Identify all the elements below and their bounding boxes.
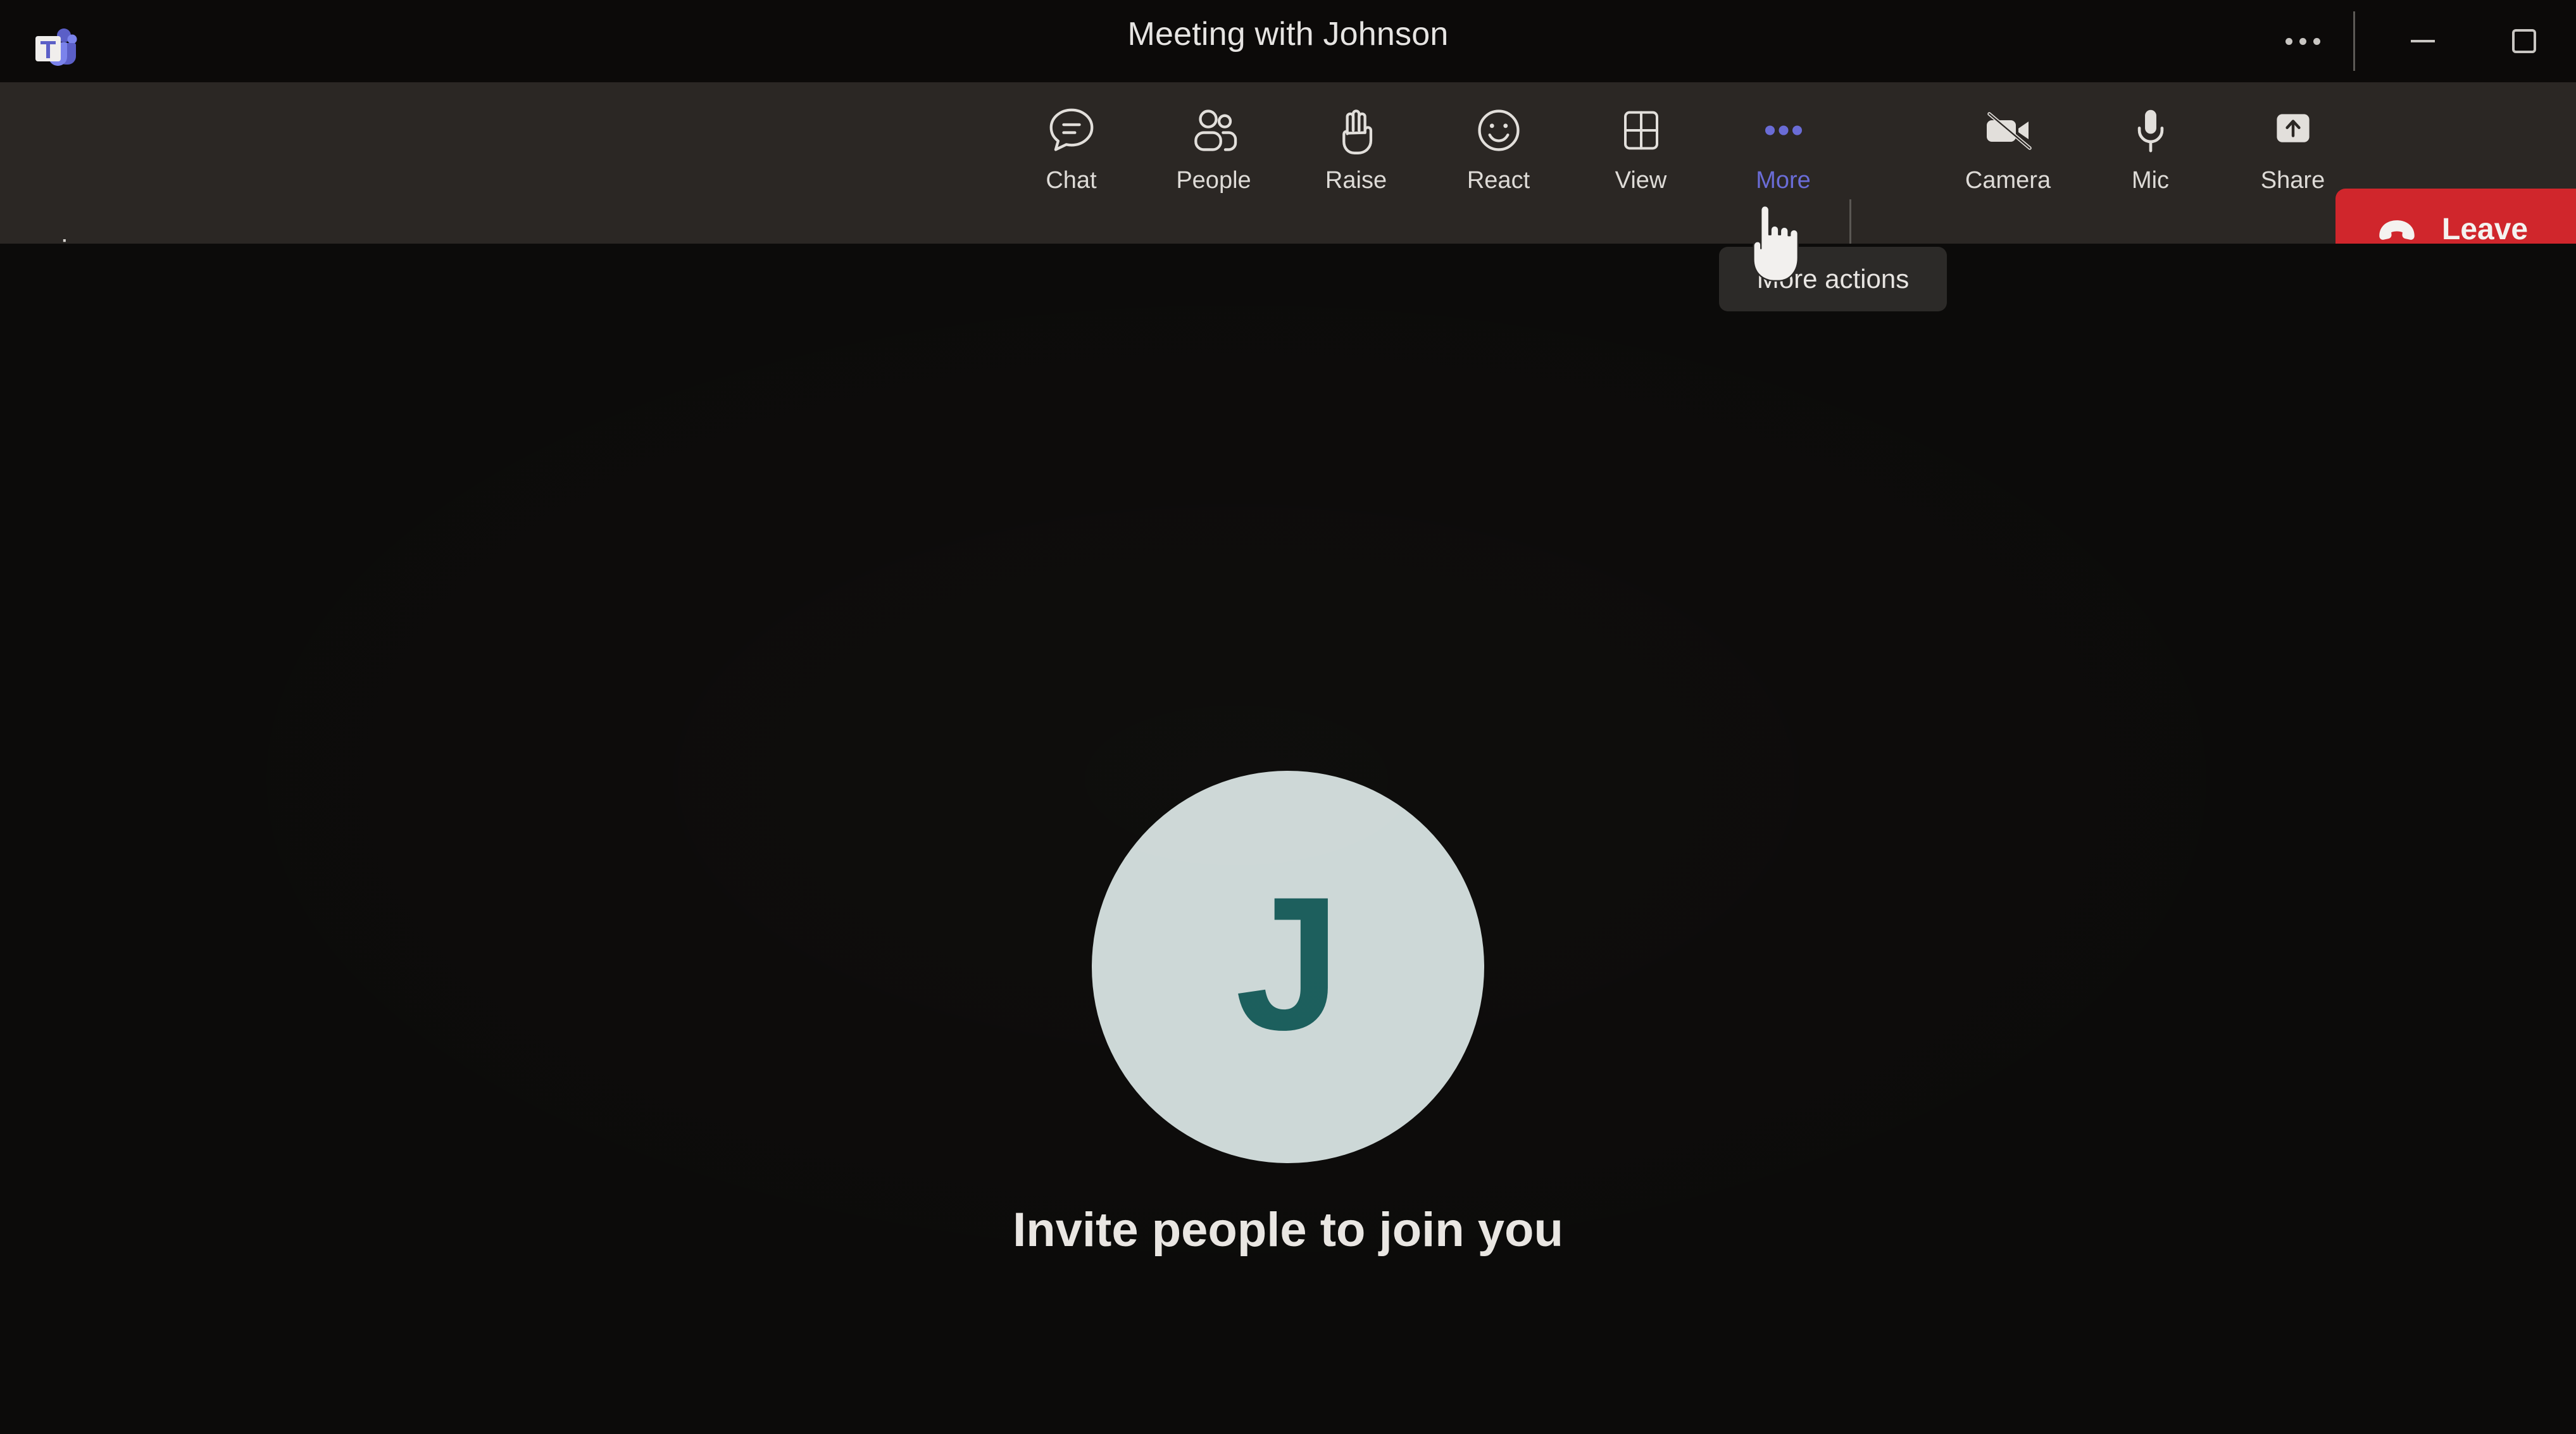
share-button-label: Share [2260, 167, 2325, 194]
teams-meeting-window: Meeting with Johnson --:-- [0, 0, 2576, 1434]
chat-button[interactable]: Chat [1000, 82, 1142, 244]
react-button-label: React [1466, 167, 1530, 194]
raise-hand-button[interactable]: Raise [1285, 82, 1427, 244]
titlebar-divider [2353, 11, 2355, 71]
maximize-icon [2512, 29, 2536, 53]
more-actions-tooltip: More actions [1719, 247, 1947, 311]
meeting-controls-group: Chat People Raise React View More Camera… [1000, 82, 2364, 244]
chat-bubble-icon [1044, 100, 1099, 161]
view-button-label: View [1615, 167, 1667, 194]
people-button-label: People [1176, 167, 1251, 194]
smiley-face-icon [1472, 100, 1526, 161]
window-maximize-button[interactable] [2494, 18, 2554, 65]
minimize-icon [2411, 40, 2435, 42]
controls-group-spacer [1854, 82, 1937, 244]
people-button[interactable]: People [1142, 82, 1285, 244]
microphone-icon [2123, 100, 2178, 161]
more-actions-button-label: More [1756, 167, 1811, 194]
camera-button[interactable]: Camera [1937, 82, 2079, 244]
chat-button-label: Chat [1046, 167, 1097, 194]
mic-button[interactable]: Mic [2079, 82, 2222, 244]
grid-view-icon [1616, 100, 1666, 161]
invite-people-message: Invite people to join you [1013, 1203, 1563, 1257]
people-icon [1187, 100, 1241, 161]
camera-button-label: Camera [1965, 167, 2051, 194]
meeting-stage: J Invite people to join you [0, 244, 2576, 1434]
raise-hand-icon [1329, 100, 1384, 161]
titlebar-more-options-button[interactable] [2272, 18, 2333, 65]
ellipsis-icon [2285, 37, 2320, 45]
view-button[interactable]: View [1570, 82, 1712, 244]
more-actions-tooltip-label: More actions [1756, 264, 1910, 294]
meeting-control-bar: --:-- Chat [0, 82, 2576, 284]
window-minimize-button[interactable] [2392, 18, 2453, 65]
more-actions-button[interactable]: More [1712, 82, 1854, 244]
participant-tile: J Invite people to join you [0, 244, 2576, 1257]
avatar: J [1092, 771, 1484, 1163]
share-screen-icon [2267, 100, 2319, 161]
camera-off-icon [1978, 100, 2039, 161]
react-button[interactable]: React [1427, 82, 1570, 244]
mic-button-label: Mic [2131, 167, 2170, 194]
ellipsis-icon [1756, 100, 1811, 161]
raise-hand-button-label: Raise [1325, 167, 1387, 194]
title-bar: Meeting with Johnson [0, 0, 2576, 82]
window-title: Meeting with Johnson [1127, 16, 1449, 53]
leave-meeting-label: Leave [2442, 212, 2529, 246]
avatar-initial: J [1235, 857, 1341, 1069]
